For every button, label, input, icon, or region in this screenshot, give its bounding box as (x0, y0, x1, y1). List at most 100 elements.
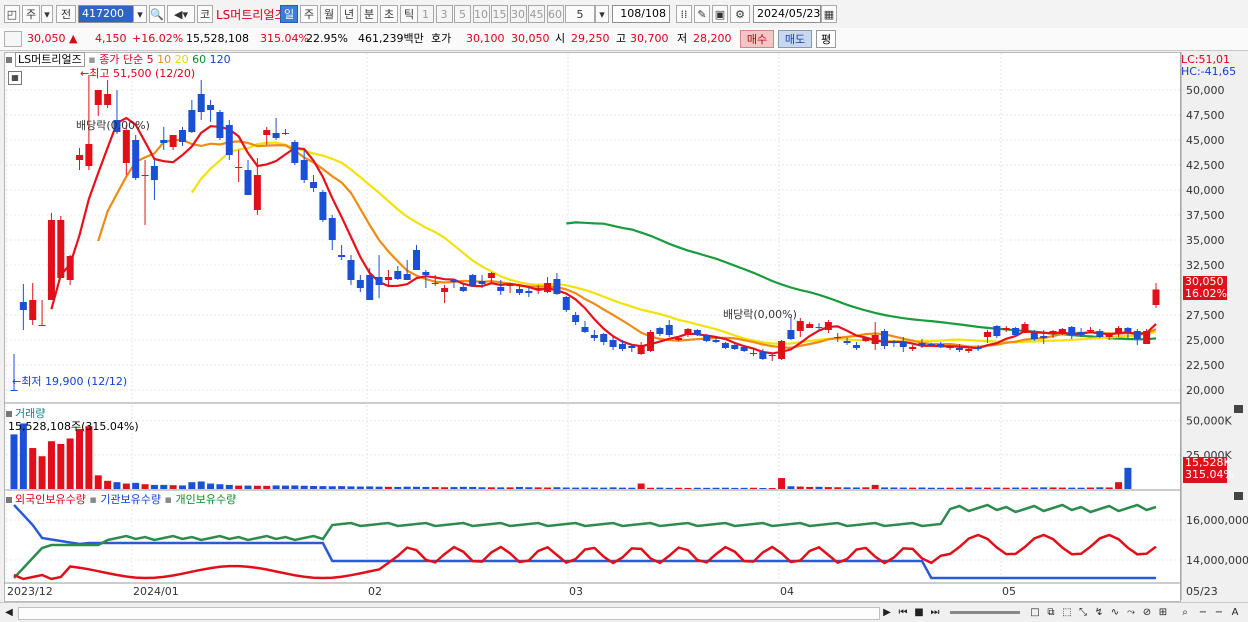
x-axis-labels: 2023/12 2024/01 02 03 04 05 05/23 (7, 585, 1218, 598)
volume-bar (637, 483, 645, 489)
candle-body (1152, 289, 1160, 305)
candle-body (731, 345, 739, 349)
price-tick-label: 32,500 (1186, 259, 1225, 272)
candle-body (581, 327, 589, 332)
volume-bar (1049, 487, 1057, 489)
volume-bar (347, 486, 355, 489)
candle-body (562, 297, 570, 310)
volume-bar (618, 487, 626, 489)
zoom-slider[interactable] (950, 611, 1020, 614)
candle-body (235, 167, 243, 168)
candle-body (132, 140, 140, 178)
candle-body (628, 346, 636, 348)
candle-body (291, 142, 299, 163)
candle-body (909, 347, 917, 349)
volume-bar (66, 438, 74, 489)
dividend-note-2: 배당락(0,00%) (723, 308, 797, 321)
price-tick-label: 20,000 (1186, 384, 1225, 397)
candle-body (637, 345, 645, 354)
pane-handle-icon[interactable] (6, 411, 12, 417)
candle-body (525, 291, 533, 293)
volume-bar (1058, 487, 1066, 489)
holding-pane-close-icon[interactable] (1234, 492, 1243, 500)
price-tick-label: 25,000 (1186, 334, 1225, 347)
volume-bar (712, 487, 720, 489)
volume-current-pct-value: 315.04% (1185, 468, 1234, 481)
candle-body (862, 338, 870, 341)
tool-3-icon[interactable]: ⬚ (1060, 606, 1074, 619)
tool-9-icon[interactable]: ⊞ (1156, 606, 1170, 619)
candle-body (1040, 336, 1048, 338)
candle-body (178, 130, 186, 142)
low-note: ←최저 19,900 (12/12) (12, 375, 128, 388)
candle-body (85, 144, 93, 166)
volume-bar (909, 487, 917, 489)
scroll-left-icon[interactable]: ◀ (2, 606, 16, 619)
volume-bars (10, 423, 1132, 490)
legend-separator-icon: ▪ (164, 493, 173, 506)
volume-bar (918, 487, 926, 489)
tool-7-icon[interactable]: ⤳ (1124, 606, 1138, 619)
candle-body (881, 331, 889, 346)
candle-body (197, 94, 205, 112)
high-note-text: 최고 51,500 (12/20) (89, 67, 196, 80)
volume-bar (384, 486, 392, 489)
candle-body (965, 349, 973, 351)
zoom-search-icon[interactable]: ⌕ (1178, 606, 1192, 619)
tool-8-icon[interactable]: ⊘ (1140, 606, 1154, 619)
volume-bar (394, 486, 402, 489)
tool-4-icon[interactable]: ⤡ (1076, 606, 1090, 619)
candle-body (47, 220, 55, 300)
volume-bar (740, 487, 748, 489)
scrollbar-track[interactable] (18, 607, 880, 620)
tool-6-icon[interactable]: ∿ (1108, 606, 1122, 619)
candle-body (890, 341, 898, 343)
pane-handle-icon[interactable] (6, 497, 12, 503)
volume-bar (731, 487, 739, 489)
candle-body (207, 105, 215, 110)
stop-icon[interactable]: ■ (912, 606, 926, 619)
candle-body (478, 281, 486, 284)
pane-handle-icon[interactable] (6, 57, 12, 63)
candle-body (244, 170, 252, 195)
ma10-line (97, 138, 1157, 349)
text-icon[interactable]: A (1228, 606, 1242, 619)
minus-icon[interactable]: − (1212, 606, 1226, 619)
volume-bar (310, 485, 318, 489)
tool-1-icon[interactable]: □ (1028, 606, 1042, 619)
volume-bar (899, 487, 907, 489)
candle-body (413, 250, 421, 270)
volume-bar (544, 487, 552, 489)
play-icon[interactable]: ▶ (880, 606, 894, 619)
candle-body (338, 255, 346, 257)
zoom-out-icon[interactable]: − (1196, 606, 1210, 619)
tool-2-icon[interactable]: ⧉ (1044, 606, 1058, 619)
rewind-icon[interactable]: ⏮ (896, 606, 910, 619)
volume-bar (881, 487, 889, 489)
volume-bar (197, 481, 205, 489)
volume-bar (871, 484, 879, 489)
hc-label: HC:-41,65 (1181, 65, 1237, 78)
table-icon[interactable]: ▦ (8, 71, 22, 85)
candle-body (66, 256, 74, 280)
candle-body (927, 344, 935, 345)
volume-pane-close-icon[interactable] (1234, 405, 1243, 413)
volume-bar (984, 487, 992, 489)
current-price-tag: 30,050 16.02% (1183, 276, 1227, 300)
pane-title[interactable]: LS머트리얼즈 (15, 52, 85, 67)
volume-bar (656, 487, 664, 489)
volume-bar (216, 484, 224, 489)
volume-bar (57, 443, 65, 489)
volume-bar (927, 487, 935, 489)
candle-body (778, 341, 786, 359)
volume-bar (253, 485, 261, 489)
institution-holding-label: 기관보유수량 (100, 493, 162, 506)
volume-bar (1115, 482, 1123, 489)
fast-forward-icon[interactable]: ⏭ (928, 606, 942, 619)
volume-bar (104, 480, 112, 489)
foreign-holding-line (13, 533, 1157, 581)
tool-5-icon[interactable]: ↯ (1092, 606, 1106, 619)
volume-bar (759, 487, 767, 489)
volume-bar (328, 486, 336, 489)
individual-holding-label: 개인보유수량 (175, 493, 237, 506)
